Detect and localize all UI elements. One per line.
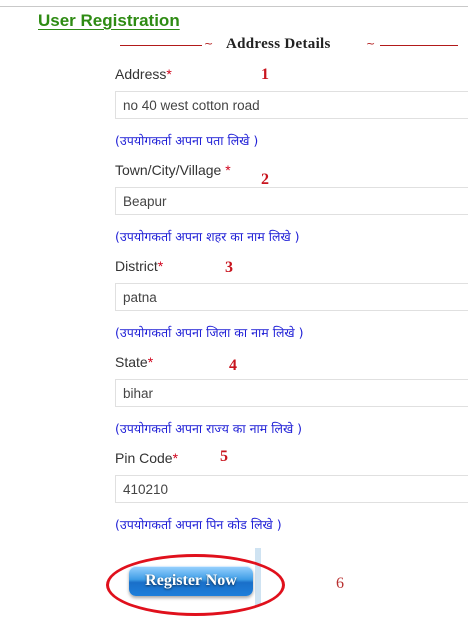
town-city-village-label: Town/City/Village * — [115, 162, 231, 178]
district-input[interactable] — [115, 283, 468, 311]
state-label-text: State — [115, 354, 148, 370]
annotation-6: 6 — [336, 575, 344, 592]
pin-code-input[interactable] — [115, 475, 468, 503]
page-title: User Registration — [38, 11, 180, 30]
town-label-text: Town/City/Village — [115, 162, 226, 178]
district-label: District* — [115, 258, 163, 274]
district-label-text: District — [115, 258, 158, 274]
annotation-1: 1 — [261, 66, 269, 83]
address-label-text: Address — [115, 66, 167, 82]
annotation-3: 3 — [225, 259, 233, 276]
section-ornament-left: ~ — [204, 37, 214, 50]
section-ornament-right: ~ — [366, 37, 376, 50]
state-hint: (उपयोगकर्ता अपना राज्य का नाम लिखे ) — [115, 421, 303, 436]
pin-code-hint: (उपयोगकर्ता अपना पिन कोड लिखे ) — [115, 517, 282, 532]
section-divider-left — [120, 45, 202, 46]
required-marker: * — [225, 162, 231, 178]
state-label: State* — [115, 354, 153, 370]
top-divider — [0, 6, 468, 7]
annotation-4: 4 — [229, 357, 237, 374]
town-city-village-input[interactable] — [115, 187, 468, 215]
annotation-5: 5 — [220, 448, 228, 465]
section-heading: Address Details — [226, 36, 331, 52]
highlight-ellipse — [106, 554, 285, 616]
section-divider-right — [380, 45, 458, 46]
address-label: Address* — [115, 66, 172, 82]
pin-code-label-text: Pin Code — [115, 450, 173, 466]
required-marker: * — [172, 450, 179, 466]
required-marker: * — [147, 354, 154, 370]
address-input[interactable] — [115, 91, 468, 119]
town-city-village-hint: (उपयोगकर्ता अपना शहर का नाम लिखे ) — [115, 229, 300, 244]
state-input[interactable] — [115, 379, 468, 407]
required-marker: * — [157, 258, 164, 274]
pin-code-label: Pin Code* — [115, 450, 178, 466]
district-hint: (उपयोगकर्ता अपना जिला का नाम लिखे ) — [115, 325, 304, 340]
required-marker: * — [166, 66, 172, 82]
address-hint: (उपयोगकर्ता अपना पता लिखे ) — [115, 133, 259, 148]
